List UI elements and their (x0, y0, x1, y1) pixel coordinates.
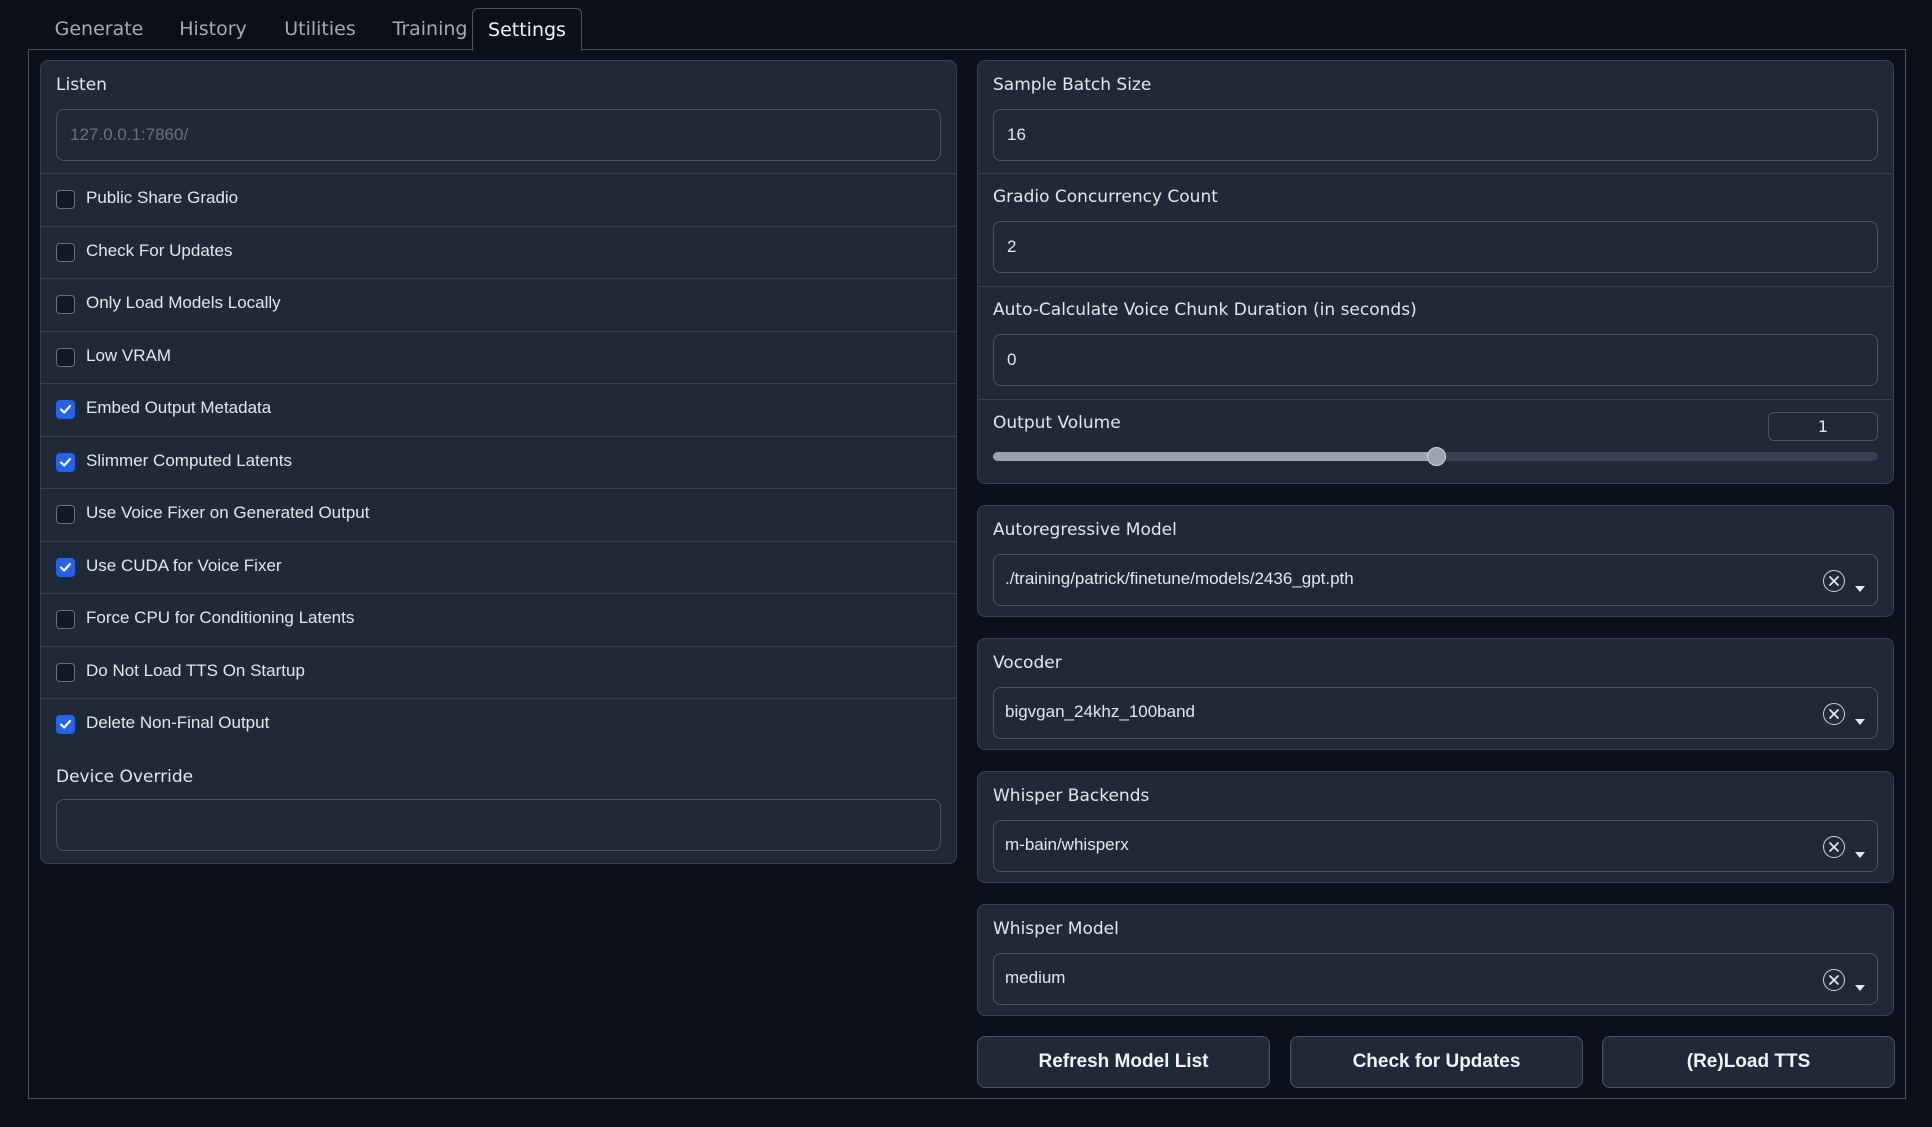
listen-input[interactable] (56, 109, 941, 161)
check-icon (59, 457, 72, 467)
reload-tts-button[interactable]: (Re)Load TTS (1602, 1036, 1895, 1088)
checkbox-label: Use CUDA for Voice Fixer (86, 555, 282, 575)
device-override-row: Device Override (41, 752, 956, 863)
clear-icon[interactable] (1823, 703, 1845, 725)
checkbox[interactable] (56, 452, 75, 472)
checkbox-label: Only Load Models Locally (86, 293, 281, 312)
chunk-duration-input[interactable] (993, 334, 1878, 386)
checkbox[interactable] (56, 295, 75, 314)
checkbox[interactable] (56, 610, 75, 629)
slider-handle[interactable] (1426, 447, 1446, 466)
tab-settings[interactable]: Settings (472, 8, 582, 51)
checkbox[interactable] (56, 662, 75, 682)
chevron-down-icon[interactable] (1855, 710, 1865, 729)
autoregressive-model-value: ./training/patrick/finetune/models/2436_… (1005, 569, 1354, 588)
checkbox[interactable] (56, 347, 75, 367)
tab-bar: Generate History Utilities Training Sett… (28, 0, 1906, 51)
refresh-model-list-button[interactable]: Refresh Model List (977, 1036, 1270, 1088)
checkbox-label: Public Share Gradio (86, 188, 239, 207)
checkbox-label: Low VRAM (86, 345, 172, 365)
listen-label: Listen (56, 75, 107, 95)
checkbox-row[interactable]: Slimmer Computed Latents (41, 437, 956, 489)
checkbox-row[interactable]: Do Not Load TTS On Startup (41, 647, 956, 699)
checkbox-label: Delete Non-Final Output (86, 713, 270, 732)
checkbox-label: Force CPU for Conditioning Latents (86, 608, 355, 627)
sample-batch-size-input[interactable] (993, 109, 1878, 161)
output-volume-row: Output Volume 1 (978, 400, 1893, 483)
output-volume-slider[interactable] (993, 447, 1878, 466)
output-volume-number[interactable]: 1 (1768, 412, 1878, 441)
checkbox[interactable] (56, 400, 75, 419)
whisper-model-value: medium (1005, 968, 1066, 987)
vocoder-value: bigvgan_24khz_100band (1005, 702, 1196, 721)
clear-icon[interactable] (1823, 570, 1845, 592)
numeric-settings-panel: Sample Batch Size Gradio Concurrency Cou… (977, 60, 1894, 484)
concurrency-label: Gradio Concurrency Count (993, 187, 1218, 207)
checkbox-label: Do Not Load TTS On Startup (86, 660, 305, 680)
chunk-duration-label: Auto-Calculate Voice Chunk Duration (in … (993, 300, 1417, 320)
checkbox-row[interactable]: Embed Output Metadata (41, 384, 956, 437)
checkbox-row[interactable]: Use Voice Fixer on Generated Output (41, 489, 956, 542)
checkbox-label: Use Voice Fixer on Generated Output (86, 503, 370, 522)
whisper-backends-dropdown[interactable]: m-bain/whisperx (993, 820, 1878, 872)
whisper-model-label: Whisper Model (993, 919, 1119, 939)
device-override-label: Device Override (56, 767, 194, 787)
chunk-duration-row: Auto-Calculate Voice Chunk Duration (in … (978, 287, 1893, 400)
slider-fill (993, 452, 1436, 461)
chevron-down-icon[interactable] (1855, 577, 1865, 596)
tab-utilities[interactable]: Utilities (270, 8, 370, 50)
vocoder-dropdown[interactable]: bigvgan_24khz_100band (993, 687, 1878, 739)
sample-batch-size-label: Sample Batch Size (993, 75, 1152, 95)
checkbox[interactable] (56, 190, 75, 209)
general-settings-panel: Listen Public Share Gradio Check For Upda… (40, 60, 957, 864)
check-icon (59, 562, 72, 572)
device-override-input[interactable] (56, 799, 941, 851)
whisper-backends-panel: Whisper Backends m-bain/whisperx (977, 771, 1894, 883)
checkbox[interactable] (56, 557, 75, 577)
concurrency-row: Gradio Concurrency Count (978, 174, 1893, 287)
vocoder-label: Vocoder (993, 653, 1062, 673)
tab-history[interactable]: History (168, 8, 258, 50)
whisper-model-panel: Whisper Model medium (977, 904, 1894, 1016)
checkbox[interactable] (56, 505, 75, 524)
check-icon (59, 404, 72, 414)
whisper-backends-value: m-bain/whisperx (1005, 835, 1129, 854)
chevron-down-icon[interactable] (1855, 843, 1865, 862)
check-for-updates-button[interactable]: Check for Updates (1290, 1036, 1583, 1088)
check-icon (59, 719, 72, 729)
checkbox-label: Slimmer Computed Latents (86, 450, 292, 470)
sample-batch-size-row: Sample Batch Size (978, 61, 1893, 174)
autoregressive-model-label: Autoregressive Model (993, 520, 1177, 540)
clear-icon[interactable] (1823, 836, 1845, 858)
checkbox-row[interactable]: Public Share Gradio (41, 174, 956, 227)
checkbox-row[interactable]: Low VRAM (41, 332, 956, 384)
checkbox[interactable] (56, 715, 75, 734)
concurrency-input[interactable] (993, 221, 1878, 273)
checkbox-row[interactable]: Check For Updates (41, 227, 956, 279)
tab-training[interactable]: Training (380, 8, 480, 50)
checkbox-row[interactable]: Use CUDA for Voice Fixer (41, 542, 956, 594)
whisper-model-dropdown[interactable]: medium (993, 953, 1878, 1005)
autoregressive-model-panel: Autoregressive Model ./training/patrick/… (977, 505, 1894, 617)
whisper-backends-label: Whisper Backends (993, 786, 1150, 806)
checkbox-row[interactable]: Delete Non-Final Output (41, 699, 956, 752)
checkbox-row[interactable]: Only Load Models Locally (41, 279, 956, 332)
checkbox[interactable] (56, 242, 75, 262)
checkbox-label: Check For Updates (86, 240, 233, 260)
vocoder-panel: Vocoder bigvgan_24khz_100band (977, 638, 1894, 750)
tab-generate[interactable]: Generate (42, 8, 156, 50)
checkbox-row[interactable]: Force CPU for Conditioning Latents (41, 594, 956, 647)
listen-row: Listen (41, 61, 956, 174)
autoregressive-model-dropdown[interactable]: ./training/patrick/finetune/models/2436_… (993, 554, 1878, 606)
clear-icon[interactable] (1823, 969, 1845, 991)
checkbox-label: Embed Output Metadata (86, 398, 272, 417)
chevron-down-icon[interactable] (1855, 976, 1865, 995)
output-volume-label: Output Volume (993, 413, 1121, 433)
